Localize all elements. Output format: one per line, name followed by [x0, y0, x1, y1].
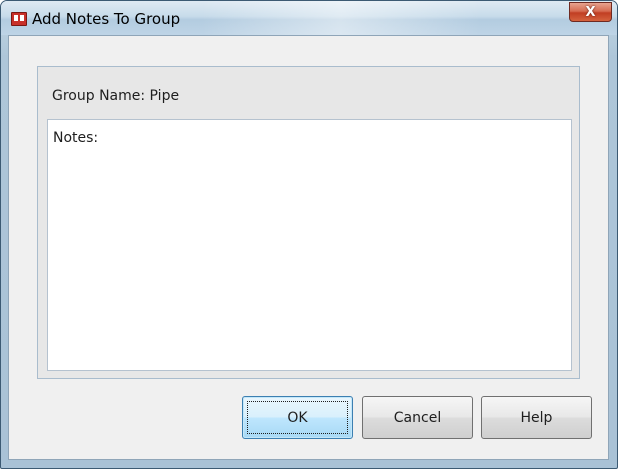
add-notes-dialog: Add Notes To Group X Group Name: Pipe No…	[0, 0, 618, 469]
help-button[interactable]: Help	[481, 396, 592, 439]
notes-textarea[interactable]: Notes:	[47, 119, 572, 371]
ok-button[interactable]: OK	[242, 396, 353, 439]
ok-button-label: OK	[287, 409, 308, 426]
cancel-button[interactable]: Cancel	[362, 396, 473, 439]
cancel-button-label: Cancel	[393, 409, 442, 426]
close-icon: X	[585, 4, 596, 20]
group-name-label: Group Name: Pipe	[52, 88, 180, 104]
window-title: Add Notes To Group	[32, 10, 181, 28]
book-icon	[11, 12, 27, 26]
help-button-label: Help	[520, 409, 553, 426]
dialog-body: Group Name: Pipe Notes: OK Cancel Help	[8, 35, 609, 460]
close-button[interactable]: X	[569, 2, 612, 22]
group-panel: Group Name: Pipe Notes:	[37, 66, 580, 379]
title-bar[interactable]: Add Notes To Group X	[1, 1, 617, 35]
